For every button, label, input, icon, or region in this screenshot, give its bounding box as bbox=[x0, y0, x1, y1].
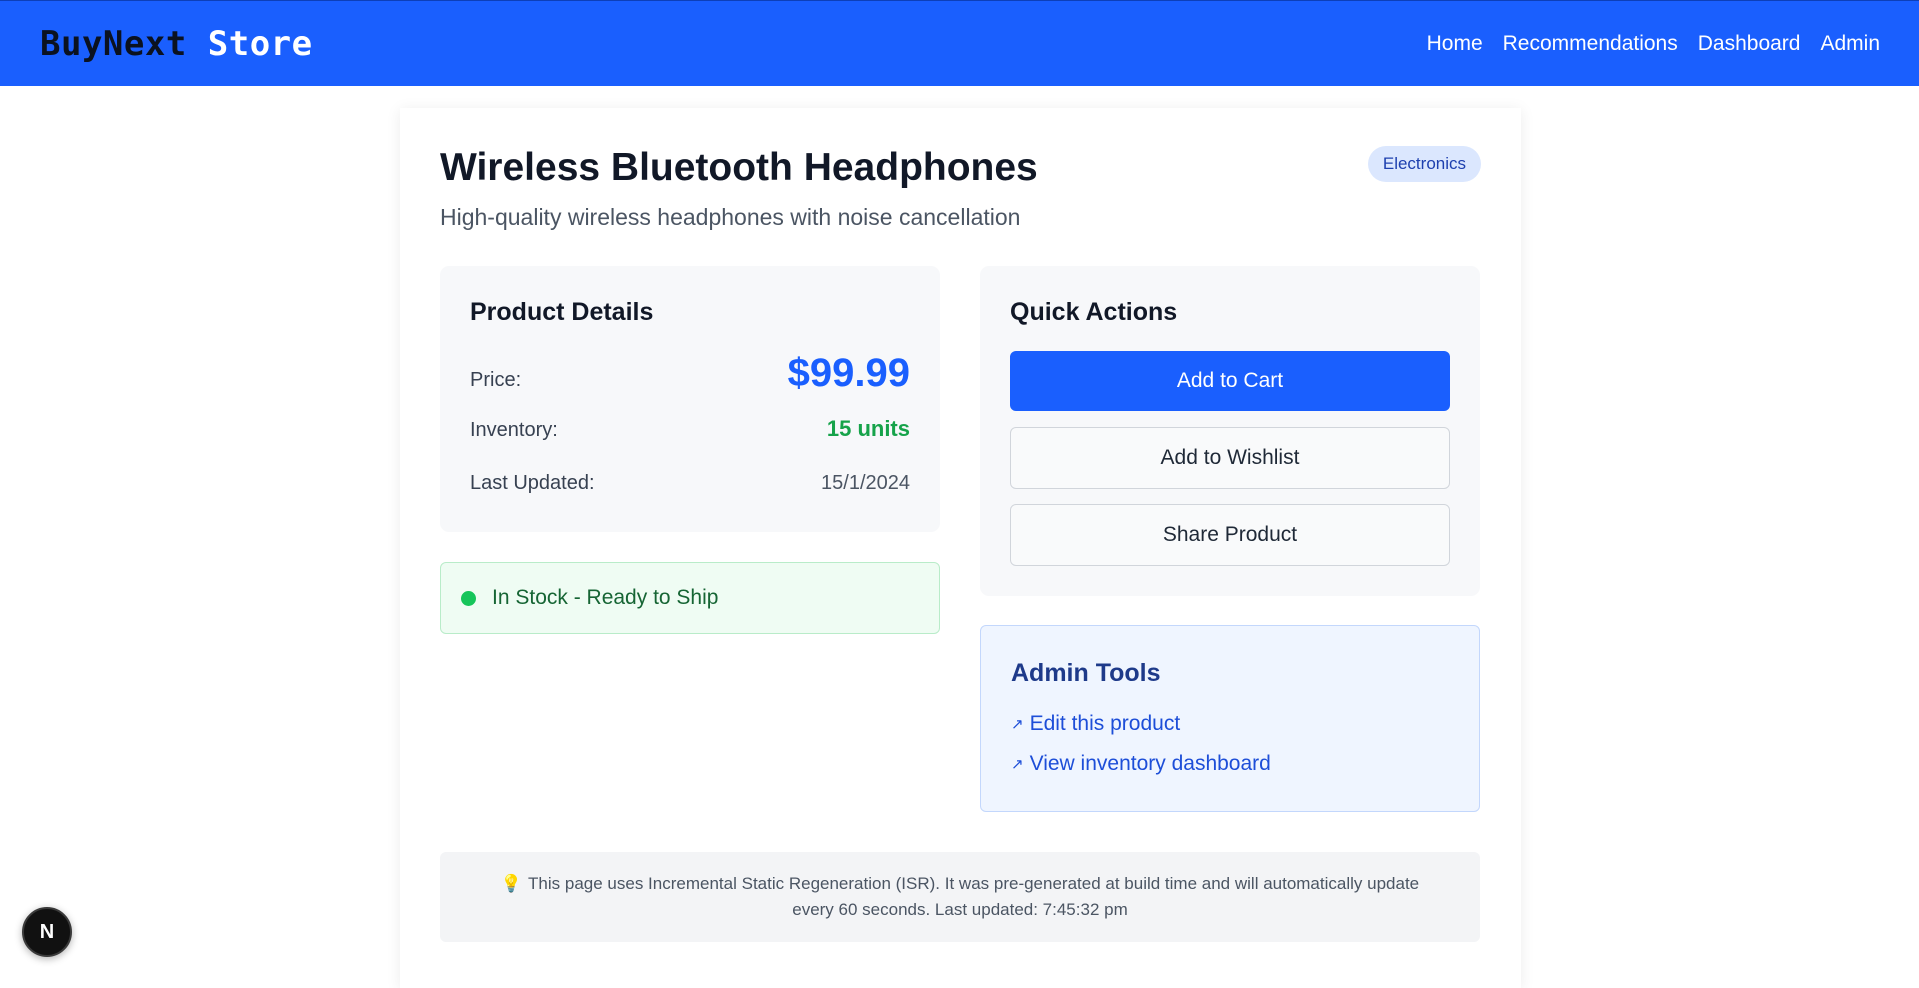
brand-logo[interactable]: BuyNext Store bbox=[40, 24, 313, 64]
inventory-value: 15 units bbox=[826, 416, 910, 441]
main-nav: Home Recommendations Dashboard Admin bbox=[1427, 32, 1880, 56]
product-details-panel: Product Details Price: $99.99 Inventory:… bbox=[440, 266, 940, 532]
admin-tools-heading: Admin Tools bbox=[1011, 659, 1161, 687]
product-card: Wireless Bluetooth Headphones High-quali… bbox=[400, 108, 1521, 988]
lightbulb-icon: 💡 bbox=[500, 874, 523, 893]
add-to-wishlist-button[interactable]: Add to Wishlist bbox=[1010, 427, 1450, 489]
nav-link-dashboard[interactable]: Dashboard bbox=[1698, 32, 1801, 56]
inventory-label: Inventory: bbox=[470, 419, 558, 441]
add-to-cart-button[interactable]: Add to Cart bbox=[1010, 351, 1450, 411]
edit-product-link[interactable]: ↗ Edit this product bbox=[1011, 712, 1180, 736]
price-label: Price: bbox=[470, 369, 522, 391]
brand-name-part1: BuyNext bbox=[40, 23, 187, 64]
quick-actions-heading: Quick Actions bbox=[1010, 298, 1178, 326]
nav-link-home[interactable]: Home bbox=[1427, 32, 1483, 56]
share-product-button[interactable]: Share Product bbox=[1010, 504, 1450, 566]
edit-product-link-label: Edit this product bbox=[1029, 712, 1181, 735]
product-description: High-quality wireless headphones with no… bbox=[440, 204, 1021, 230]
top-navigation-bar: BuyNext Store Home Recommendations Dashb… bbox=[0, 0, 1919, 86]
nav-link-admin[interactable]: Admin bbox=[1820, 32, 1880, 56]
price-value: $99.99 bbox=[787, 351, 910, 395]
last-updated-row: Last Updated: 15/1/2024 bbox=[470, 472, 910, 495]
nextjs-devtools-button[interactable]: N bbox=[22, 907, 72, 957]
isr-info-text: 💡 This page uses Incremental Static Regen… bbox=[480, 871, 1440, 923]
product-details-heading: Product Details bbox=[470, 298, 654, 326]
last-updated-value: 15/1/2024 bbox=[821, 472, 910, 494]
isr-info-note: 💡 This page uses Incremental Static Regen… bbox=[440, 852, 1480, 942]
category-badge: Electronics bbox=[1367, 146, 1481, 182]
stock-status-banner: In Stock - Ready to Ship bbox=[440, 562, 940, 634]
nav-link-recommendations[interactable]: Recommendations bbox=[1503, 32, 1678, 56]
nextjs-logo-icon: N bbox=[39, 920, 55, 943]
price-row: Price: $99.99 bbox=[470, 351, 910, 396]
admin-tools-panel: Admin Tools ↗ Edit this product ↗ View i… bbox=[980, 625, 1480, 812]
last-updated-label: Last Updated: bbox=[470, 472, 595, 494]
external-arrow-icon: ↗ bbox=[1011, 716, 1024, 733]
product-title: Wireless Bluetooth Headphones bbox=[440, 146, 1038, 189]
brand-name-part2: Store bbox=[186, 23, 313, 64]
quick-actions-panel: Quick Actions Add to Cart Add to Wishlis… bbox=[980, 266, 1480, 596]
stock-status-text: In Stock - Ready to Ship bbox=[492, 586, 719, 609]
isr-info-message: This page uses Incremental Static Regene… bbox=[528, 874, 1420, 919]
inventory-row: Inventory: 15 units bbox=[470, 416, 910, 442]
external-arrow-icon: ↗ bbox=[1011, 756, 1024, 773]
stock-status-dot-icon bbox=[461, 590, 476, 606]
inventory-dashboard-link[interactable]: ↗ View inventory dashboard bbox=[1011, 752, 1271, 776]
inventory-dashboard-link-label: View inventory dashboard bbox=[1029, 752, 1271, 775]
